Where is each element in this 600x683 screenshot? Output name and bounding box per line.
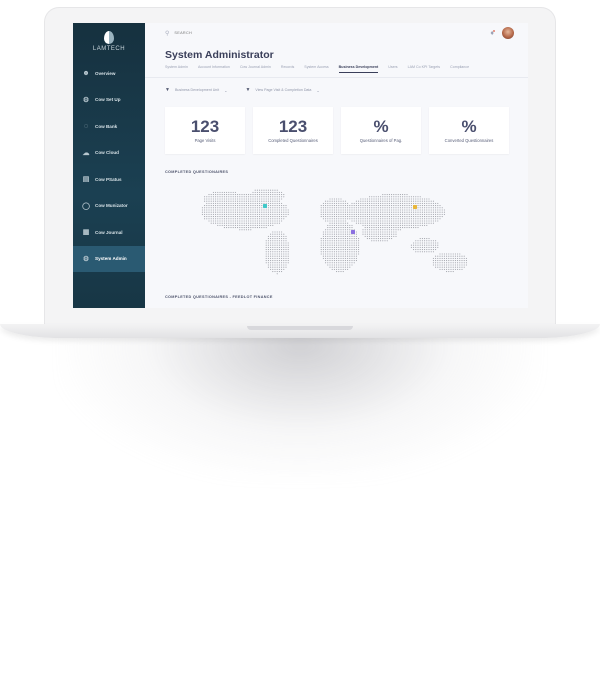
page-title: System Administrator [165,49,274,61]
sidebar-item-cow-psatus[interactable]: ▤ Cow PSatus [73,166,145,193]
notification-bell-icon[interactable]: ♦ [490,29,495,37]
topbar: ⚲ ♦ [145,23,528,43]
stat-value: % [373,117,389,136]
sidebar-item-cow-cloud[interactable]: ☁ Cow Cloud [73,140,145,167]
stat-cards: 123 Page Visits 123 Completed Questionna… [145,107,528,154]
sidebar-item-cow-set-up[interactable]: ⚙ Cow Set Up [73,87,145,114]
tab-bar: System Admin Account Information Cow Jou… [145,65,528,78]
sidebar-item-label: Cow Journal [95,229,123,235]
filter-icon: ▼ [165,87,170,93]
feedlot-finance-title: COMPLETED QUESTIONAIRES - FEEDLOT FINANC… [165,295,273,299]
tab-records[interactable]: Records [281,65,294,72]
filter-bar: ▼ Business Development Unit ⌄ ▼ View Pag… [145,85,528,95]
tab-business-development[interactable]: Business Development [338,65,379,73]
chevron-down-icon: ⌄ [224,87,228,93]
search-input[interactable] [174,31,295,35]
filter-label: View Page Visit & Completion Data [255,88,312,92]
main-content: ⚲ ♦ System Administrator System Admin Ac… [145,23,528,308]
notification-dot [493,29,495,32]
logo-text: LAMTECH [92,45,126,52]
stat-value: 123 [278,117,308,136]
map-marker[interactable] [413,205,417,209]
sidebar-item-label: Overview [95,70,116,76]
stat-label: Questionnaires of Pag. [359,138,403,143]
tab-cow-journal-admin[interactable]: Cow Journal Admin [240,65,271,72]
sidebar-item-label: Cow Cloud [95,150,119,156]
stat-label: Completed Questionnaires [268,138,318,143]
world-dot-map [201,189,467,275]
person-icon: ☻ [82,69,90,77]
filter-icon: ▼ [245,87,251,93]
logo[interactable]: LAMTECH [73,26,145,56]
map-marker[interactable] [263,204,267,208]
stat-value: % [461,117,477,136]
page-visit-filter[interactable]: ▼ View Page Visit & Completion Data ⌄ [245,87,319,93]
tab-lam-co-kpi-targets[interactable]: LAM Co KPI Targets [408,65,441,72]
document-icon: ▤ [82,176,90,184]
cow-icon: ⚙ [82,96,90,104]
chat-icon: ◯ [82,202,90,210]
stat-value: 123 [190,117,220,136]
completed-questionnaires-title: COMPLETED QUESTIONAIRES [165,170,229,174]
business-unit-filter[interactable]: ▼ Business Development Unit ⌄ [165,87,227,93]
tab-system-access[interactable]: System Access [304,65,328,72]
laptop-shadow [60,330,540,480]
chevron-down-icon: ⌄ [316,87,320,93]
stat-label: Converted Questionnaires [444,138,494,143]
cloud-icon: ☁ [82,149,90,157]
sidebar-item-label: Cow PSatus [95,176,122,182]
avatar[interactable] [502,27,514,39]
sidebar-item-label: Cow Munizator [95,203,128,209]
laptop-screen: LAMTECH ☻ Overview ⚙ Cow Set Up ◌ Cow Ba… [73,23,528,308]
sidebar-item-label: Cow Set Up [95,97,121,103]
tab-system-admin[interactable]: System Admin [165,65,188,72]
map-dots [201,189,467,275]
stat-label: Page Visits [194,138,216,143]
sidebar-item-cow-munizator[interactable]: ◯ Cow Munizator [73,193,145,220]
sidebar: LAMTECH ☻ Overview ⚙ Cow Set Up ◌ Cow Ba… [73,23,145,308]
topbar-actions: ♦ [490,27,514,39]
sidebar-item-system-admin[interactable]: ⚙ System Admin [73,245,145,272]
piggy-bank-icon: ◌ [83,122,89,130]
leaf-logo-icon [104,30,114,44]
sidebar-item-overview[interactable]: ☻ Overview [73,60,145,87]
sidebar-item-label: System Admin [95,256,127,262]
gear-icon: ⚙ [82,255,90,263]
journal-icon: ▦ [82,229,90,237]
tab-account-information[interactable]: Account Information [198,65,230,72]
laptop-notch [247,326,353,330]
sidebar-item-cow-bank[interactable]: ◌ Cow Bank [73,113,145,140]
map-marker[interactable] [351,230,355,234]
sidebar-item-label: Cow Bank [95,123,118,129]
stat-card-questionnaires-of-pag: % Questionnaires of Pag. [341,107,421,154]
tab-users[interactable]: Users [388,65,397,72]
stat-card-page-visits: 123 Page Visits [165,107,245,154]
tab-compliance[interactable]: Compliance [450,65,469,72]
search-icon: ⚲ [165,30,170,37]
stat-card-converted-questionnaires: % Converted Questionnaires [429,107,509,154]
sidebar-item-cow-journal[interactable]: ▦ Cow Journal [73,219,145,246]
filter-label: Business Development Unit [174,88,220,92]
stat-card-completed-questionnaires: 123 Completed Questionnaires [253,107,333,154]
